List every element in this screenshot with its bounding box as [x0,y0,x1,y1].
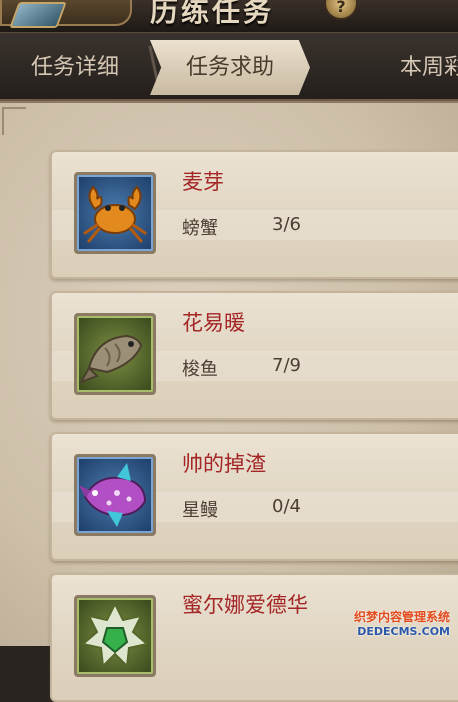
tab-weekly[interactable]: 本周彩 [372,40,458,95]
watermark: 织梦内容管理系统 DEDECMS.COM [354,608,450,638]
gem-icon [74,595,156,677]
title-header: 历练任务 ? [0,0,458,33]
tab-bar: 任务详细 任务求助 本周彩 [0,33,458,101]
item-name: 星鳗 [182,500,218,521]
item-progress: 7/9 [272,355,301,376]
player-name: 麦芽 [182,170,224,194]
crab-icon [74,172,156,254]
book-icon [9,2,67,28]
fish-icon [74,313,156,395]
page-title: 历练任务 [150,0,275,28]
item-name: 螃蟹 [182,218,218,239]
corner-ornament [2,107,26,135]
player-name: 花易暖 [182,311,245,335]
player-name: 帅的掉渣 [182,452,266,476]
item-progress: 3/6 [272,214,301,235]
watermark-line1: 织梦内容管理系统 [353,610,450,624]
quest-book-emblem [0,0,132,28]
star-eel-icon [74,454,156,536]
tab-task-help[interactable]: 任务求助 [150,40,310,95]
watermark-line2: DEDECMS.COM [357,625,450,638]
help-request-card[interactable]: 麦芽 螃蟹 3/6 [50,150,458,279]
help-request-card[interactable]: 帅的掉渣 星鳗 0/4 [50,432,458,561]
item-progress: 0/4 [272,496,301,517]
player-name: 蜜尔娜爱德华 [182,593,308,617]
item-name: 梭鱼 [182,359,218,380]
tab-task-details[interactable]: 任务详细 [0,40,150,95]
help-request-card[interactable]: 花易暖 梭鱼 7/9 [50,291,458,420]
help-request-panel: 麦芽 螃蟹 3/6 花易暖 梭鱼 7/9 帅的掉渣 星鳗 0/4 蜜尔娜爱德华 … [0,101,458,702]
help-button[interactable]: ? [326,0,356,18]
